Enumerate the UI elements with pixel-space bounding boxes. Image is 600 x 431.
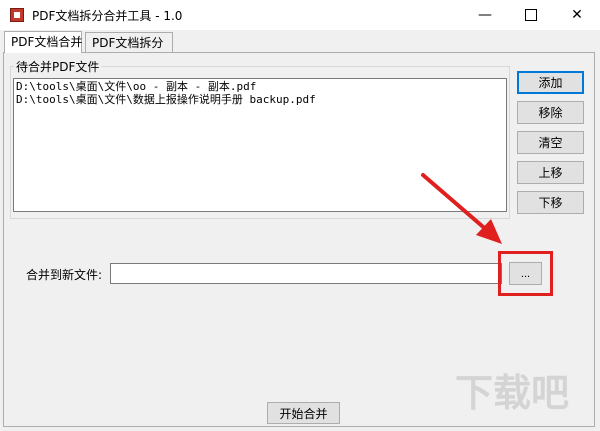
- tab-pdf-split[interactable]: PDF文档拆分: [85, 32, 173, 52]
- tab-pdf-merge[interactable]: PDF文档合并: [4, 31, 82, 53]
- browse-button[interactable]: ...: [509, 262, 542, 285]
- move-up-button[interactable]: 上移: [517, 161, 584, 184]
- output-file-input[interactable]: [110, 263, 502, 284]
- close-icon[interactable]: ✕: [554, 0, 600, 30]
- minimize-icon[interactable]: —: [462, 0, 508, 30]
- files-group-label: 待合并PDF文件: [14, 58, 102, 75]
- clear-button[interactable]: 清空: [517, 131, 584, 154]
- title-bar: PDF文档拆分合并工具 - 1.0 — ✕: [0, 0, 600, 30]
- move-down-button[interactable]: 下移: [517, 191, 584, 214]
- output-file-label: 合并到新文件:: [26, 268, 103, 282]
- maximize-icon[interactable]: [508, 0, 554, 30]
- app-icon: [10, 8, 24, 22]
- list-item[interactable]: D:\tools\桌面\文件\oo - 副本 - 副本.pdf: [16, 80, 504, 93]
- start-merge-button[interactable]: 开始合并: [267, 402, 340, 424]
- window-title: PDF文档拆分合并工具 - 1.0: [32, 9, 183, 23]
- list-item[interactable]: D:\tools\桌面\文件\数据上报操作说明手册 backup.pdf: [16, 93, 504, 106]
- file-list[interactable]: D:\tools\桌面\文件\oo - 副本 - 副本.pdf D:\tools…: [13, 78, 507, 212]
- add-button[interactable]: 添加: [517, 71, 584, 94]
- remove-button[interactable]: 移除: [517, 101, 584, 124]
